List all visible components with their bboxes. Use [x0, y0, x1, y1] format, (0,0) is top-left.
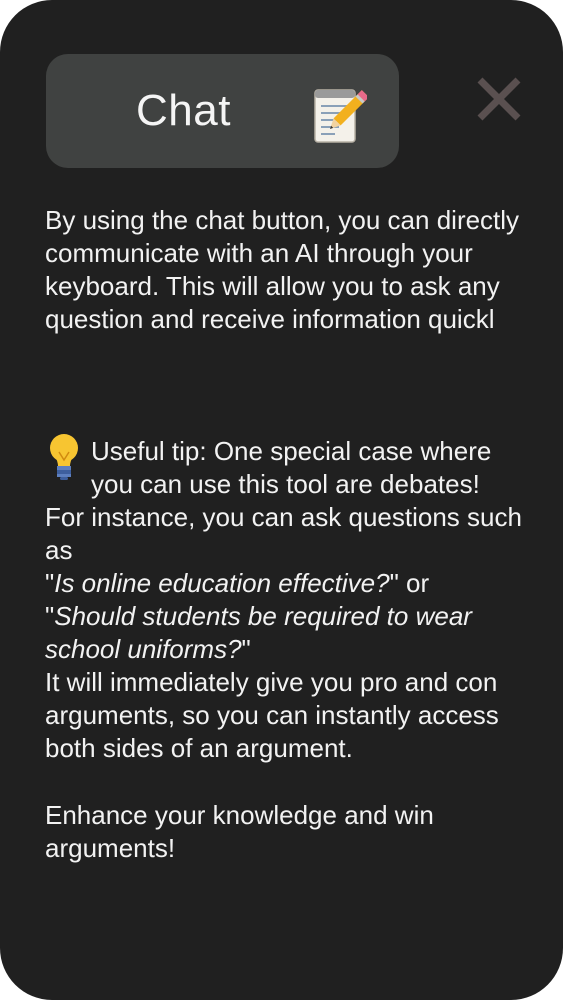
chat-info-panel: Chat By using the chat button, you can d…: [0, 0, 563, 1000]
example-question-2: Should students be required to wear scho…: [45, 601, 472, 664]
tip-heading-line-1: Useful tip: One special case where: [91, 436, 492, 466]
example-question-1: Is online education effective?: [54, 568, 390, 598]
tip-section: Useful tip: One special case where you c…: [45, 434, 545, 765]
close-icon[interactable]: [472, 72, 526, 126]
intro-paragraph: By using the chat button, you can direct…: [45, 205, 520, 334]
tip-heading-line-2: you can use this tool are debates!: [91, 469, 480, 499]
chat-button-label: Chat: [136, 86, 231, 135]
memo-icon: [314, 89, 367, 143]
outro-paragraph: Enhance your knowledge and win arguments…: [45, 800, 434, 863]
tip-result-text: It will immediately give you pro and con…: [45, 667, 499, 763]
lightbulb-icon: [50, 434, 78, 480]
connector-text: or: [406, 568, 430, 598]
tip-lead-text: For instance, you can ask questions such…: [45, 502, 522, 565]
chat-button[interactable]: Chat: [46, 54, 399, 168]
